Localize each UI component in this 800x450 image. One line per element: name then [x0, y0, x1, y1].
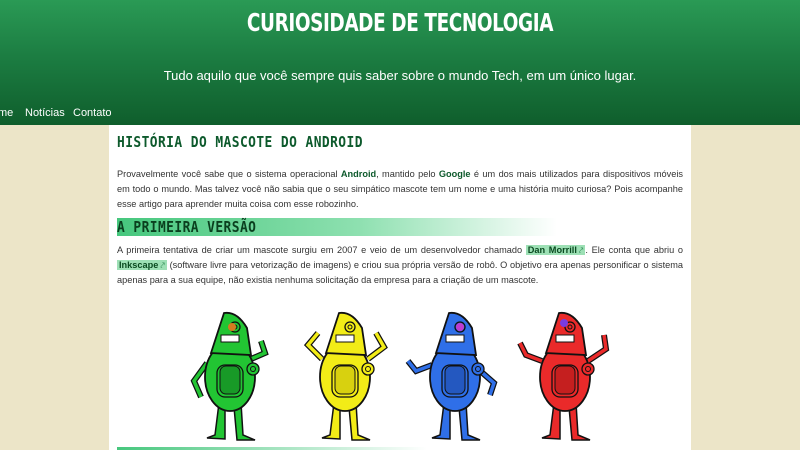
- external-link-icon: ⤤: [160, 261, 165, 270]
- blue-robot: [405, 311, 498, 441]
- site-title[interactable]: CURIOSIDADE DE TECNOLOGIA: [72, 8, 728, 37]
- article-title: História do mascote do Android: [117, 133, 363, 151]
- external-link-icon: ⤤: [578, 246, 584, 255]
- green-robot: [190, 311, 269, 441]
- yellow-robot: [303, 311, 388, 441]
- intro-text: Provavelmente você sabe que o sistema op…: [117, 169, 341, 179]
- article-container: História do mascote do Android Provavelm…: [109, 125, 691, 450]
- section-text: (software livre para vetorização de imag…: [117, 260, 683, 285]
- link-dan-morrill[interactable]: Dan Morrill ⤤: [525, 245, 586, 255]
- section-title-text: A primeira versão: [117, 218, 257, 236]
- intro-paragraph: Provavelmente você sabe que o sistema op…: [117, 167, 683, 212]
- section-paragraph: A primeira tentativa de criar um mascote…: [117, 243, 683, 288]
- keyword-android: Android: [340, 169, 377, 179]
- section-title: A primeira versão: [117, 218, 557, 236]
- nav-item-home[interactable]: me: [0, 107, 13, 119]
- intro-text: , mantido pelo: [376, 169, 439, 179]
- link-inkscape[interactable]: Inkscape ⤤: [117, 260, 167, 270]
- section-text: A primeira tentativa de criar um mascote…: [117, 245, 526, 255]
- link-inkscape-label: Inkscape: [119, 260, 159, 270]
- section-text: . Ele conta que abriu o: [585, 245, 683, 255]
- nav-item-contato[interactable]: Contato: [73, 107, 112, 119]
- robot-mascots-illustration: [190, 311, 610, 441]
- link-dan-morrill-label: Dan Morrill: [527, 245, 577, 255]
- red-robot: [517, 311, 610, 441]
- nav-item-noticias[interactable]: Notícias: [25, 107, 65, 119]
- site-tagline: Tudo aquilo que você sempre quis saber s…: [163, 68, 637, 83]
- keyword-google: Google: [438, 169, 471, 179]
- site-header: CURIOSIDADE DE TECNOLOGIA Tudo aquilo qu…: [0, 0, 800, 125]
